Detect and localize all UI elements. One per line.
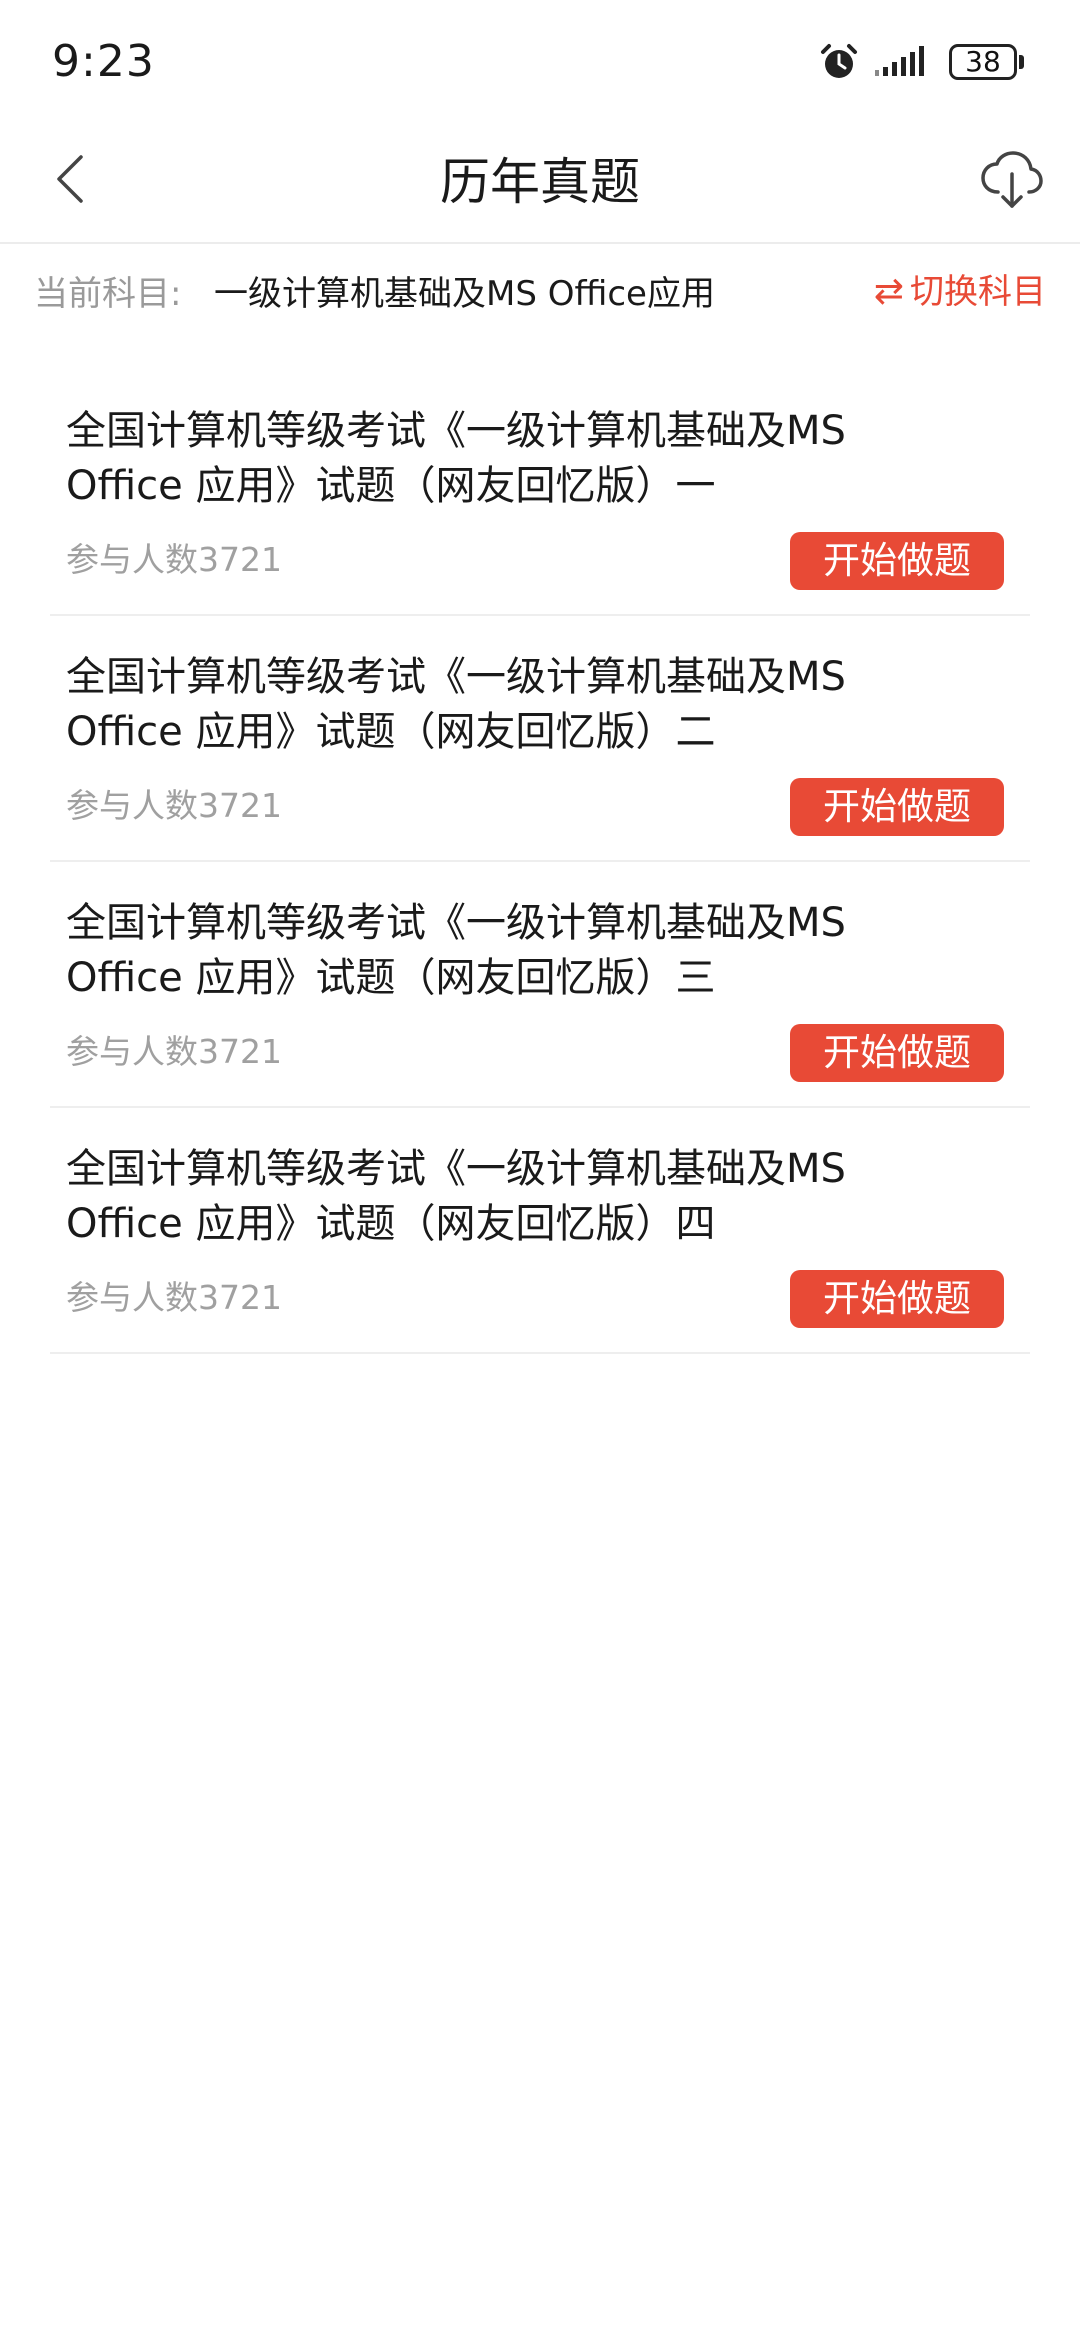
subject-label: 当前科目: (34, 274, 182, 314)
battery-icon: 38 (949, 44, 1024, 80)
download-button[interactable] (974, 144, 1050, 220)
battery-level: 38 (949, 44, 1017, 80)
participant-count: 参与人数3721 (66, 540, 282, 579)
cloud-download-icon (980, 150, 1044, 214)
exam-item[interactable]: 全国计算机等级考试《一级计算机基础及MS Office 应用》试题（网友回忆版）… (50, 1108, 1030, 1354)
start-practice-button[interactable]: 开始做题 (790, 532, 1004, 590)
switch-subject-button[interactable]: ⇄ 切换科目 (874, 268, 1046, 316)
status-icons: 38 (819, 40, 1024, 84)
swap-arrows-icon: ⇄ (873, 271, 904, 312)
exam-item[interactable]: 全国计算机等级考试《一级计算机基础及MS Office 应用》试题（网友回忆版）… (50, 616, 1030, 862)
switch-subject-label: 切换科目 (910, 272, 1046, 312)
participant-count: 参与人数3721 (66, 1278, 282, 1317)
subject-value: 一级计算机基础及MS Office应用 (214, 274, 715, 314)
exam-title: 全国计算机等级考试《一级计算机基础及MS Office 应用》试题（网友回忆版）… (66, 1146, 846, 1247)
alarm-icon (819, 42, 859, 82)
participant-count: 参与人数3721 (66, 1032, 282, 1071)
status-bar: 9:23 38 (0, 0, 1080, 120)
battery-tip (1019, 55, 1024, 69)
exam-title: 全国计算机等级考试《一级计算机基础及MS Office 应用》试题（网友回忆版）… (66, 408, 846, 509)
header: 历年真题 (0, 120, 1080, 244)
participant-count: 参与人数3721 (66, 786, 282, 825)
start-practice-button[interactable]: 开始做题 (790, 778, 1004, 836)
exam-item[interactable]: 全国计算机等级考试《一级计算机基础及MS Office 应用》试题（网友回忆版）… (50, 862, 1030, 1108)
status-time: 9:23 (52, 36, 155, 87)
subject-bar: 当前科目: 一级计算机基础及MS Office应用 ⇄ 切换科目 (0, 244, 1080, 344)
exam-title: 全国计算机等级考试《一级计算机基础及MS Office 应用》试题（网友回忆版）… (66, 654, 846, 755)
page-title: 历年真题 (440, 153, 640, 211)
exam-item[interactable]: 全国计算机等级考试《一级计算机基础及MS Office 应用》试题（网友回忆版）… (50, 370, 1030, 616)
exam-list: 全国计算机等级考试《一级计算机基础及MS Office 应用》试题（网友回忆版）… (50, 370, 1030, 1354)
start-practice-button[interactable]: 开始做题 (790, 1270, 1004, 1328)
exam-title: 全国计算机等级考试《一级计算机基础及MS Office 应用》试题（网友回忆版）… (66, 900, 846, 1001)
signal-icon (873, 42, 935, 82)
start-practice-button[interactable]: 开始做题 (790, 1024, 1004, 1082)
